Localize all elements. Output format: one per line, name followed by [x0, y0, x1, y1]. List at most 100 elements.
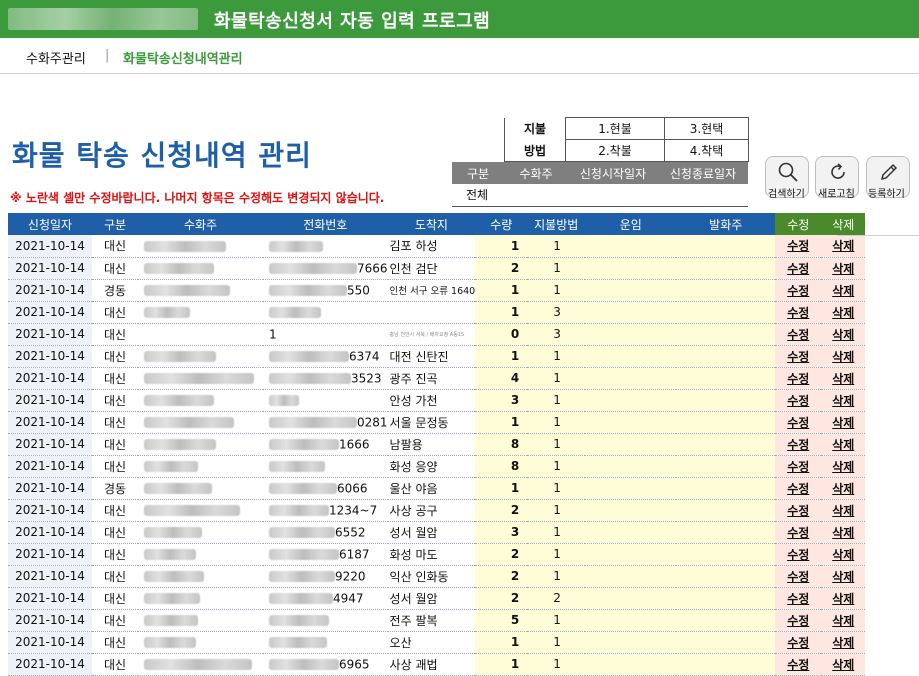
cell-quantity[interactable]: 1 [475, 345, 528, 368]
cell-fare[interactable] [585, 543, 677, 566]
cell-quantity[interactable]: 1 [475, 631, 528, 654]
cell-fare[interactable] [585, 411, 677, 434]
delete-link[interactable]: 삭제 [821, 587, 866, 610]
edit-link[interactable]: 수정 [775, 499, 822, 522]
delete-link[interactable]: 삭제 [821, 543, 866, 566]
delete-link[interactable]: 삭제 [821, 235, 866, 258]
cell-fare[interactable] [585, 323, 677, 346]
cell-shipper[interactable] [676, 235, 776, 258]
cell-fare[interactable] [585, 389, 677, 412]
delete-link[interactable]: 삭제 [821, 367, 866, 390]
cell-quantity[interactable]: 1 [475, 653, 528, 676]
cell-quantity[interactable]: 8 [475, 455, 528, 478]
edit-link[interactable]: 수정 [775, 235, 822, 258]
cell-shipper[interactable] [676, 477, 776, 500]
cell-fare[interactable] [585, 433, 677, 456]
cell-shipper[interactable] [676, 543, 776, 566]
cell-quantity[interactable]: 3 [475, 521, 528, 544]
edit-link[interactable]: 수정 [775, 411, 822, 434]
filter-start-date-value[interactable] [568, 184, 658, 207]
cell-shipper[interactable] [676, 257, 776, 280]
cell-fare[interactable] [585, 345, 677, 368]
delete-link[interactable]: 삭제 [821, 631, 866, 654]
cell-fare[interactable] [585, 301, 677, 324]
cell-quantity[interactable]: 2 [475, 587, 528, 610]
cell-quantity[interactable]: 5 [475, 609, 528, 632]
cell-payment[interactable]: 1 [527, 411, 586, 434]
delete-link[interactable]: 삭제 [821, 301, 866, 324]
edit-link[interactable]: 수정 [775, 477, 822, 500]
edit-link[interactable]: 수정 [775, 455, 822, 478]
filter-end-date-value[interactable] [658, 184, 748, 207]
cell-payment[interactable]: 1 [527, 389, 586, 412]
cell-payment[interactable]: 1 [527, 499, 586, 522]
delete-link[interactable]: 삭제 [821, 433, 866, 456]
cell-payment[interactable]: 1 [527, 367, 586, 390]
cell-payment[interactable]: 1 [527, 521, 586, 544]
cell-shipper[interactable] [676, 367, 776, 390]
cell-payment[interactable]: 3 [527, 301, 586, 324]
cell-quantity[interactable]: 1 [475, 279, 528, 302]
delete-link[interactable]: 삭제 [821, 323, 866, 346]
edit-link[interactable]: 수정 [775, 389, 822, 412]
cell-quantity[interactable]: 0 [475, 323, 528, 346]
cell-shipper[interactable] [676, 345, 776, 368]
cell-quantity[interactable]: 2 [475, 543, 528, 566]
cell-payment[interactable]: 1 [527, 257, 586, 280]
cell-fare[interactable] [585, 235, 677, 258]
cell-payment[interactable]: 1 [527, 653, 586, 676]
cell-payment[interactable]: 1 [527, 345, 586, 368]
cell-payment[interactable]: 1 [527, 433, 586, 456]
cell-shipper[interactable] [676, 521, 776, 544]
delete-link[interactable]: 삭제 [821, 477, 866, 500]
cell-quantity[interactable]: 8 [475, 433, 528, 456]
delete-link[interactable]: 삭제 [821, 389, 866, 412]
edit-link[interactable]: 수정 [775, 543, 822, 566]
cell-shipper[interactable] [676, 455, 776, 478]
cell-fare[interactable] [585, 587, 677, 610]
cell-fare[interactable] [585, 653, 677, 676]
edit-link[interactable]: 수정 [775, 521, 822, 544]
edit-link[interactable]: 수정 [775, 565, 822, 588]
cell-quantity[interactable]: 4 [475, 367, 528, 390]
edit-link[interactable]: 수정 [775, 257, 822, 280]
cell-quantity[interactable]: 3 [475, 389, 528, 412]
cell-payment[interactable]: 1 [527, 543, 586, 566]
delete-link[interactable]: 삭제 [821, 609, 866, 632]
cell-shipper[interactable] [676, 565, 776, 588]
filter-type-value[interactable]: 전체 [452, 184, 504, 207]
edit-link[interactable]: 수정 [775, 301, 822, 324]
cell-payment[interactable]: 3 [527, 323, 586, 346]
cell-quantity[interactable]: 1 [475, 235, 528, 258]
cell-shipper[interactable] [676, 631, 776, 654]
cell-shipper[interactable] [676, 609, 776, 632]
nav-item-shipment-history[interactable]: 화물탁송신청내역관리 [123, 48, 243, 67]
cell-quantity[interactable]: 1 [475, 477, 528, 500]
delete-link[interactable]: 삭제 [821, 279, 866, 302]
delete-link[interactable]: 삭제 [821, 411, 866, 434]
filter-consignee-value[interactable] [504, 184, 568, 207]
edit-link[interactable]: 수정 [775, 631, 822, 654]
cell-fare[interactable] [585, 499, 677, 522]
delete-link[interactable]: 삭제 [821, 455, 866, 478]
cell-payment[interactable]: 2 [527, 587, 586, 610]
nav-item-consignee[interactable]: 수화주관리 [26, 48, 86, 67]
edit-link[interactable]: 수정 [775, 609, 822, 632]
cell-payment[interactable]: 1 [527, 477, 586, 500]
cell-shipper[interactable] [676, 433, 776, 456]
edit-link[interactable]: 수정 [775, 345, 822, 368]
edit-link[interactable]: 수정 [775, 279, 822, 302]
cell-shipper[interactable] [676, 323, 776, 346]
cell-quantity[interactable]: 2 [475, 257, 528, 280]
cell-quantity[interactable]: 2 [475, 565, 528, 588]
edit-link[interactable]: 수정 [775, 587, 822, 610]
cell-fare[interactable] [585, 279, 677, 302]
cell-fare[interactable] [585, 521, 677, 544]
delete-link[interactable]: 삭제 [821, 653, 866, 676]
edit-link[interactable]: 수정 [775, 323, 822, 346]
cell-payment[interactable]: 1 [527, 235, 586, 258]
delete-link[interactable]: 삭제 [821, 257, 866, 280]
delete-link[interactable]: 삭제 [821, 345, 866, 368]
cell-shipper[interactable] [676, 653, 776, 676]
cell-quantity[interactable]: 2 [475, 499, 528, 522]
